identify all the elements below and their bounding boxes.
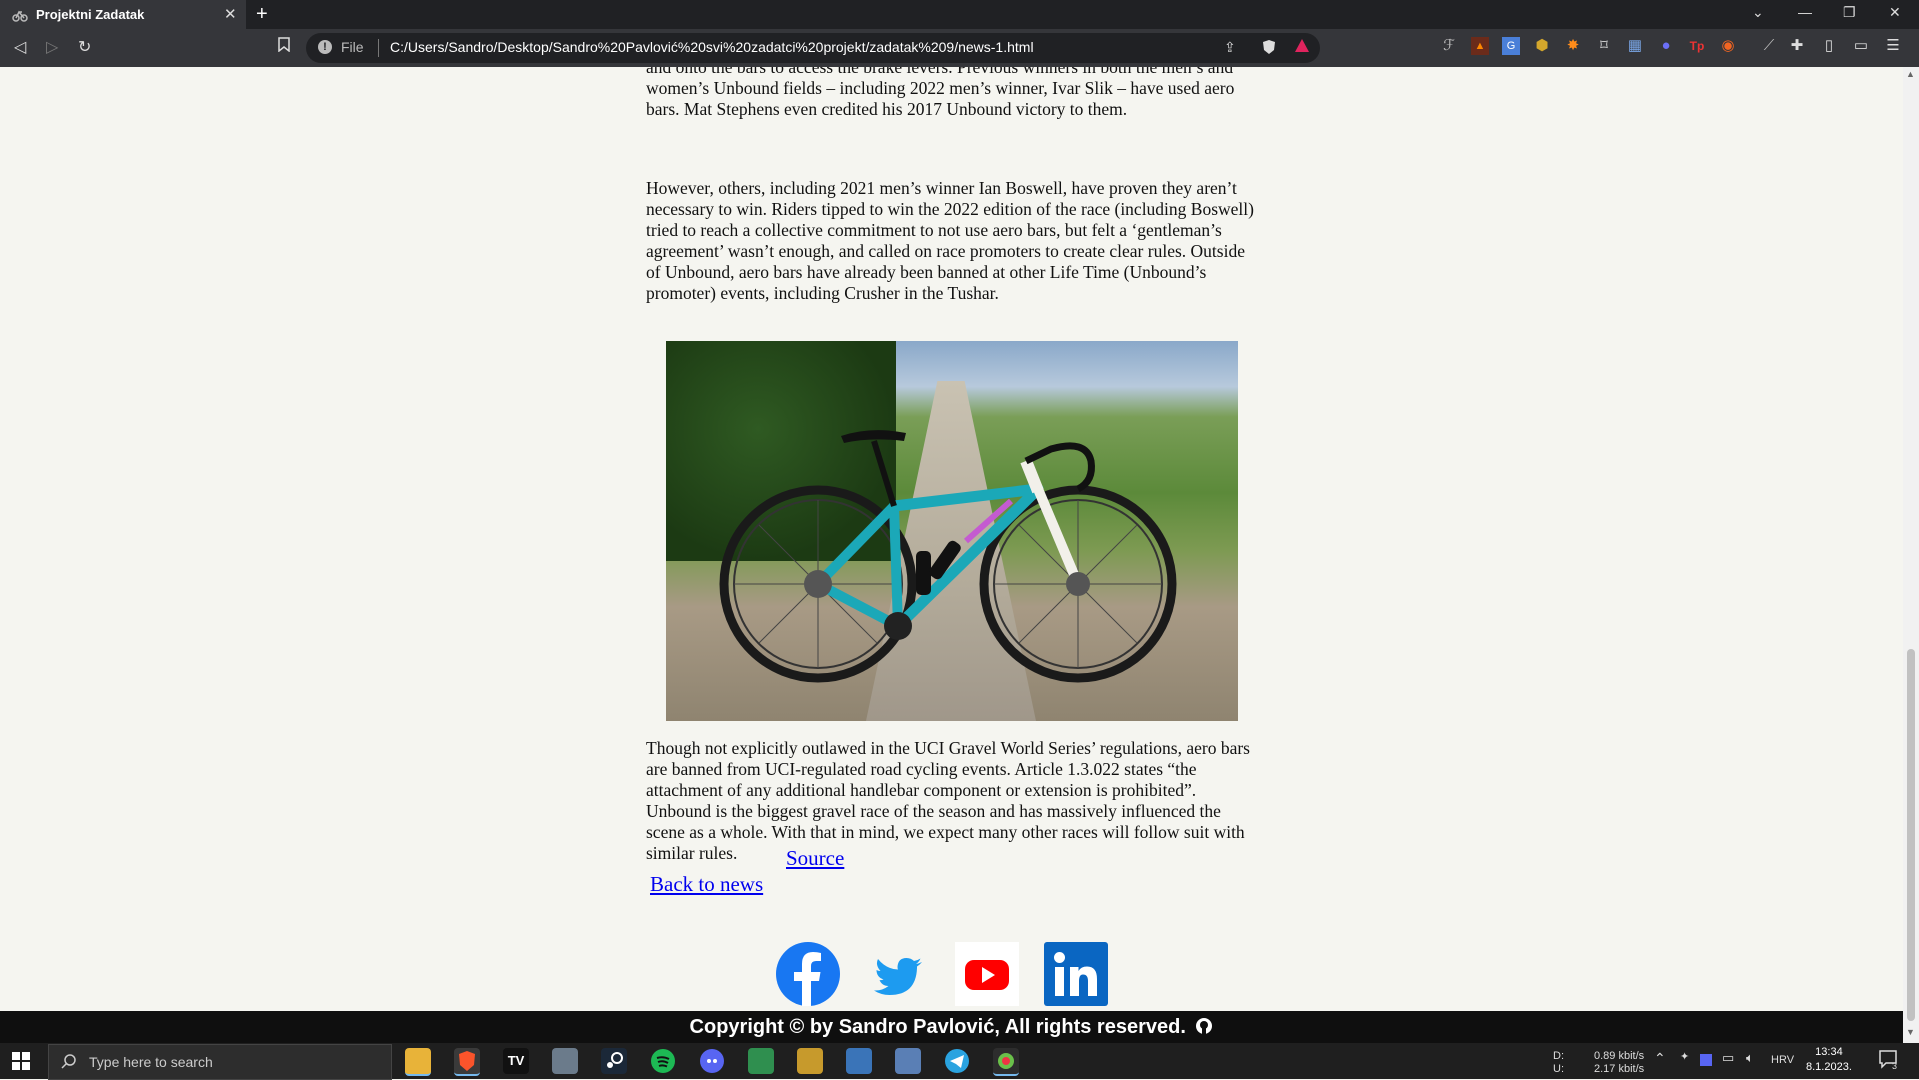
forward-icon[interactable]: ▷ bbox=[46, 37, 58, 57]
extension-icon-2[interactable]: ▲ bbox=[1471, 37, 1489, 55]
info-icon[interactable]: ! bbox=[318, 40, 332, 54]
bookmark-extension-icon[interactable]: ⌑ bbox=[1595, 37, 1613, 55]
windows-taskbar: Type here to search TV D: U: 0.89 kbit/s… bbox=[0, 1043, 1919, 1080]
tray-discord-icon[interactable] bbox=[1700, 1054, 1712, 1066]
menu-icon[interactable]: ☰ bbox=[1884, 37, 1902, 55]
clock-time: 13:34 bbox=[1815, 1046, 1843, 1058]
reload-icon[interactable]: ↻ bbox=[78, 37, 91, 57]
scrollbar-thumb[interactable] bbox=[1907, 649, 1915, 1021]
scroll-down-icon[interactable]: ▼ bbox=[1906, 1027, 1915, 1037]
app-icon-9[interactable] bbox=[797, 1048, 823, 1074]
discord-icon[interactable] bbox=[699, 1048, 725, 1074]
close-tab-icon[interactable]: ✕ bbox=[224, 5, 237, 23]
sidebar-icon[interactable]: ▯ bbox=[1820, 37, 1838, 55]
net-drive-label: D: bbox=[1553, 1050, 1564, 1062]
tab-title: Projektni Zadatak bbox=[36, 7, 145, 22]
browser-toolbar: ◁ ▷ ↻ ! File C:/Users/Sandro/Desktop/San… bbox=[0, 29, 1919, 67]
facebook-icon[interactable] bbox=[776, 942, 840, 1006]
url-scheme: File bbox=[341, 39, 364, 55]
volume-icon[interactable]: 🔈︎ bbox=[1746, 1050, 1754, 1066]
source-link[interactable]: Source bbox=[786, 846, 844, 871]
tray-app-icon[interactable]: ✦ bbox=[1680, 1050, 1689, 1063]
page-scrollbar[interactable]: ▲ ▼ bbox=[1903, 67, 1919, 1043]
page-viewport: and onto the bars to access the brake le… bbox=[0, 67, 1903, 1011]
minimize-icon[interactable]: — bbox=[1798, 4, 1812, 20]
extension-icon-9[interactable]: Tp bbox=[1688, 37, 1706, 55]
extension-icon-1[interactable]: ℱ bbox=[1440, 37, 1458, 55]
extension-icon-5[interactable]: ✸ bbox=[1564, 37, 1582, 55]
app-icon-10[interactable] bbox=[846, 1048, 872, 1074]
browser-tabbar: Projektni Zadatak ✕ + ⌄ — ❐ ✕ bbox=[0, 0, 1919, 29]
extension-icon-7[interactable]: ▦ bbox=[1626, 37, 1644, 55]
spotify-icon[interactable] bbox=[650, 1048, 676, 1074]
new-tab-button[interactable]: + bbox=[256, 3, 268, 26]
net-labels: D: U: bbox=[1553, 1050, 1564, 1076]
network-icon[interactable]: ▭ bbox=[1722, 1050, 1734, 1066]
url-text: C:/Users/Sandro/Desktop/Sandro%20Pavlovi… bbox=[390, 39, 1034, 55]
input-language[interactable]: HRV bbox=[1771, 1054, 1794, 1066]
tab-search-icon[interactable]: ⌄ bbox=[1752, 4, 1764, 21]
linkedin-icon[interactable] bbox=[1044, 942, 1108, 1006]
url-separator bbox=[378, 39, 379, 57]
article-paragraph-1: and onto the bars to access the brake le… bbox=[646, 67, 1235, 119]
share-icon[interactable]: ⇪ bbox=[1224, 39, 1236, 56]
extension-icon-8[interactable]: ● bbox=[1657, 37, 1675, 55]
search-icon bbox=[61, 1053, 77, 1069]
back-icon[interactable]: ◁ bbox=[14, 37, 26, 57]
tray-chevron-icon[interactable]: ⌃ bbox=[1654, 1050, 1666, 1067]
article-paragraph-2: However, others, including 2021 men’s wi… bbox=[646, 178, 1254, 303]
tradingview-icon[interactable]: TV bbox=[503, 1048, 529, 1074]
taskbar-clock[interactable]: 13:34 8.1.2023. bbox=[1806, 1045, 1852, 1075]
net-down-rate: 0.89 kbit/s bbox=[1594, 1050, 1645, 1062]
windows-start-icon[interactable] bbox=[12, 1052, 30, 1070]
extension-icon-4[interactable]: ⬢ bbox=[1533, 37, 1551, 55]
brave-browser-icon[interactable] bbox=[454, 1048, 480, 1076]
brave-shields-icon[interactable] bbox=[1262, 39, 1276, 58]
app-icon-4[interactable] bbox=[552, 1048, 578, 1074]
article-image-gravel-bike bbox=[666, 341, 1238, 721]
page-footer: Copyright © by Sandro Pavlović, All righ… bbox=[0, 1011, 1903, 1043]
taskbar-search-box[interactable]: Type here to search bbox=[48, 1044, 392, 1080]
extensions-puzzle-icon[interactable]: ✚ bbox=[1788, 37, 1806, 55]
wallet-icon[interactable]: ▭ bbox=[1852, 37, 1870, 55]
article-paragraph-3: Though not explicitly outlawed in the UC… bbox=[646, 738, 1250, 863]
close-window-icon[interactable]: ✕ bbox=[1889, 4, 1901, 21]
net-upload-label: U: bbox=[1553, 1063, 1564, 1075]
restore-icon[interactable]: ❐ bbox=[1843, 4, 1856, 21]
extension-icon-10[interactable]: ◉ bbox=[1719, 37, 1737, 55]
search-placeholder: Type here to search bbox=[89, 1054, 213, 1070]
clock-date: 8.1.2023. bbox=[1806, 1061, 1852, 1073]
extension-icon-11[interactable]: ⟋ bbox=[1760, 37, 1778, 55]
file-explorer-icon[interactable] bbox=[405, 1048, 431, 1076]
net-speed: 0.89 kbit/s 2.17 kbit/s bbox=[1594, 1050, 1644, 1076]
twitter-icon[interactable] bbox=[866, 942, 930, 1006]
youtube-icon[interactable] bbox=[955, 942, 1019, 1006]
back-to-news-link[interactable]: Back to news bbox=[650, 872, 763, 897]
browser-tab[interactable]: Projektni Zadatak ✕ bbox=[0, 0, 246, 29]
notification-count: 3 bbox=[1892, 1061, 1898, 1071]
translate-icon[interactable]: G bbox=[1502, 37, 1520, 55]
github-icon[interactable] bbox=[1195, 1013, 1213, 1034]
address-bar[interactable]: ! File C:/Users/Sandro/Desktop/Sandro%20… bbox=[306, 33, 1320, 63]
scroll-up-icon[interactable]: ▲ bbox=[1906, 69, 1915, 79]
app-icon-11[interactable] bbox=[895, 1048, 921, 1074]
telegram-icon[interactable] bbox=[944, 1048, 970, 1074]
app-icon-8[interactable] bbox=[748, 1048, 774, 1074]
bookmark-icon[interactable] bbox=[278, 37, 290, 57]
brave-rewards-icon[interactable] bbox=[1294, 38, 1310, 57]
app-icon-13[interactable] bbox=[993, 1048, 1019, 1076]
copyright-text: Copyright © by Sandro Pavlović, All righ… bbox=[689, 1016, 1186, 1038]
steam-icon[interactable] bbox=[601, 1048, 627, 1074]
net-up-rate: 2.17 kbit/s bbox=[1594, 1063, 1645, 1075]
bicycle-icon bbox=[12, 7, 28, 23]
